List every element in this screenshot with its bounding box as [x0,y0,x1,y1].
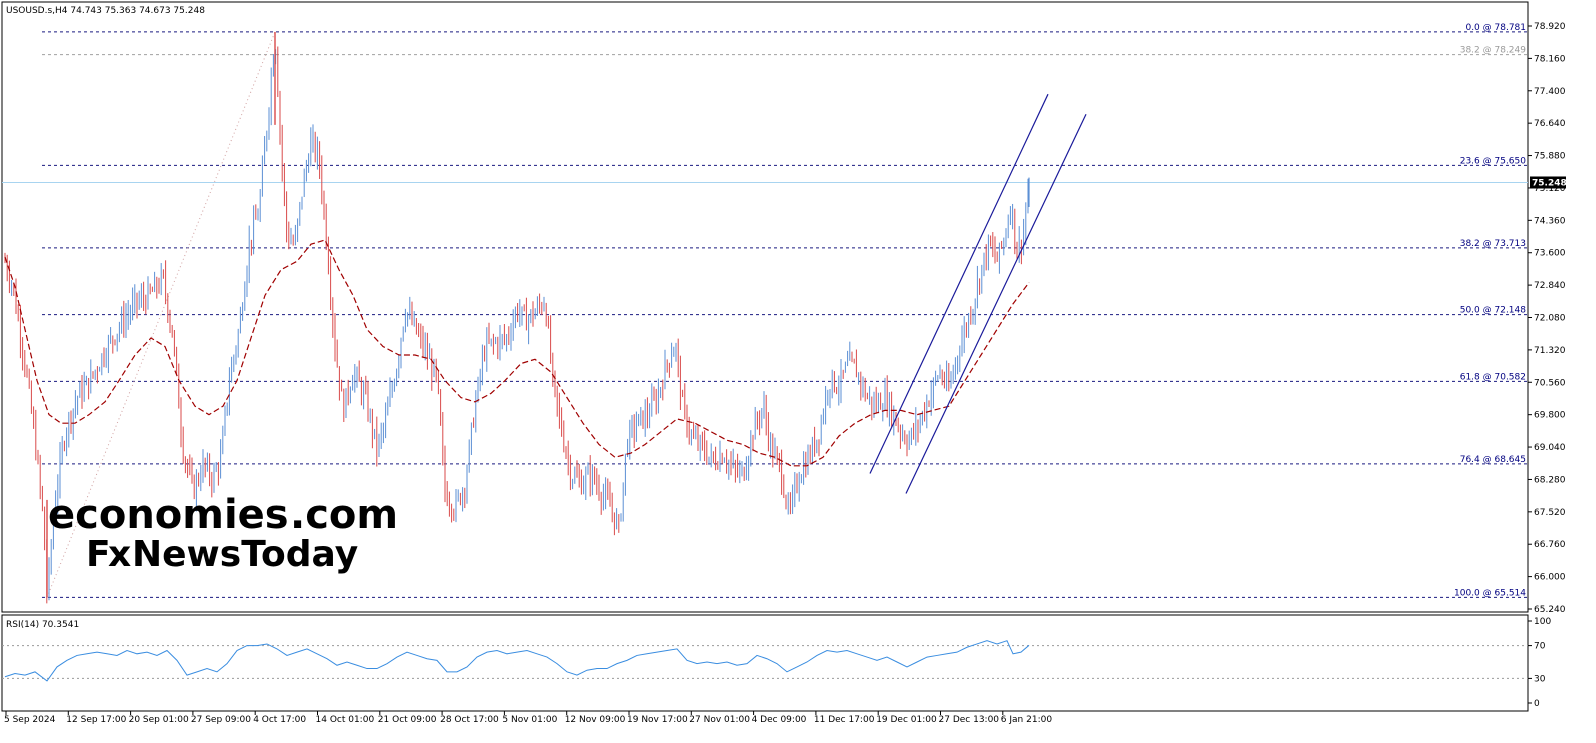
time-tick-label: 20 Sep 01:00 [129,715,189,725]
symbol-header: USOUSD.s,H4 74.743 75.363 74.673 75.248 [6,6,205,16]
time-tick-label: 19 Nov 17:00 [627,715,688,725]
time-tick-label: 27 Nov 01:00 [689,715,750,725]
price-tick-label: 75.880 [1534,152,1566,162]
time-tick-label: 5 Nov 01:00 [502,715,557,725]
price-tick-label: 72.080 [1534,314,1566,324]
fib-level-label: 100.0 @ 65.514 [1454,588,1526,598]
rsi-panel-frame [1,614,1529,712]
watermark-x: x [108,534,131,575]
time-tick-label: 27 Sep 09:00 [191,715,251,725]
price-tick-label: 65.240 [1534,605,1566,615]
time-tick-label: 19 Dec 01:00 [876,715,937,725]
chart-window: 0.0 @ 78.781 38.2 @ 78.249 23.6 @ 75.650 38… [0,0,1596,743]
fib-level-label: 61.8 @ 70.582 [1460,372,1526,382]
time-axis: 5 Sep 2024 12 Sep 17:00 20 Sep 01:00 27 Sep… [4,711,1052,725]
time-tick-label: 5 Sep 2024 [4,715,56,725]
time-tick-label: 27 Dec 13:00 [939,715,1000,725]
time-tick-label: 4 Dec 09:00 [752,715,807,725]
watermark-economies: economies [48,492,289,538]
price-tick-label: 69.040 [1534,443,1566,453]
fib-level-label: 38.2 @ 78.249 [1460,46,1527,56]
watermark-f: F [86,534,111,575]
time-tick-label: 11 Dec 17:00 [814,715,875,725]
fib-level-label: 50.0 @ 72.148 [1460,306,1527,316]
price-tick-label: 66.000 [1534,573,1566,583]
rsi-tick-label: 30 [1534,674,1546,684]
price-tick-label: 66.760 [1534,540,1566,550]
price-tick-label: 78.920 [1534,22,1566,32]
time-tick-label: 12 Nov 09:00 [565,715,626,725]
watermark-logo: economies .com F x NewsToday [48,492,398,575]
time-tick-label: 4 Oct 17:00 [253,715,306,725]
price-tick-label: 78.160 [1534,54,1566,64]
fib-level-label: 23.6 @ 75.650 [1460,156,1527,166]
rsi-tick-label: 0 [1534,699,1540,709]
price-badge-label: 75.248 [1532,178,1567,188]
watermark-dotcom: .com [290,492,398,538]
rsi-tick-label: 100 [1534,617,1551,627]
price-tick-label: 74.360 [1534,216,1566,226]
time-tick-label: 14 Oct 01:00 [316,715,375,725]
price-axis: 78.92078.16077.40076.64075.88075.12074.3… [1528,22,1566,615]
price-tick-label: 76.640 [1534,119,1566,129]
rsi-axis: 100 70 30 0 [1528,617,1551,709]
price-tick-label: 69.800 [1534,411,1566,421]
price-tick-label: 68.280 [1534,475,1566,485]
rsi-header: RSI(14) 70.3541 [6,620,79,630]
current-price-badge: 75.248 [1530,176,1567,189]
rsi-tick-label: 70 [1534,642,1546,652]
price-tick-label: 72.840 [1534,281,1566,291]
time-tick-label: 6 Jan 21:00 [1001,715,1053,725]
price-tick-label: 67.520 [1534,508,1566,518]
price-tick-label: 77.400 [1534,87,1566,97]
price-tick-label: 71.320 [1534,346,1566,356]
price-tick-label: 73.600 [1534,249,1566,259]
time-tick-label: 21 Oct 09:00 [378,715,437,725]
time-tick-label: 12 Sep 17:00 [66,715,126,725]
fib-level-label: 0.0 @ 78.781 [1465,23,1526,33]
chart-canvas[interactable]: 0.0 @ 78.781 38.2 @ 78.249 23.6 @ 75.650 38… [0,0,1596,743]
watermark-newstoday: NewsToday [132,534,358,575]
fib-level-label: 76.4 @ 68.645 [1460,455,1526,465]
fib-level-label: 38.2 @ 73.713 [1460,239,1526,249]
price-tick-label: 70.560 [1534,378,1566,388]
time-tick-label: 28 Oct 17:00 [440,715,499,725]
